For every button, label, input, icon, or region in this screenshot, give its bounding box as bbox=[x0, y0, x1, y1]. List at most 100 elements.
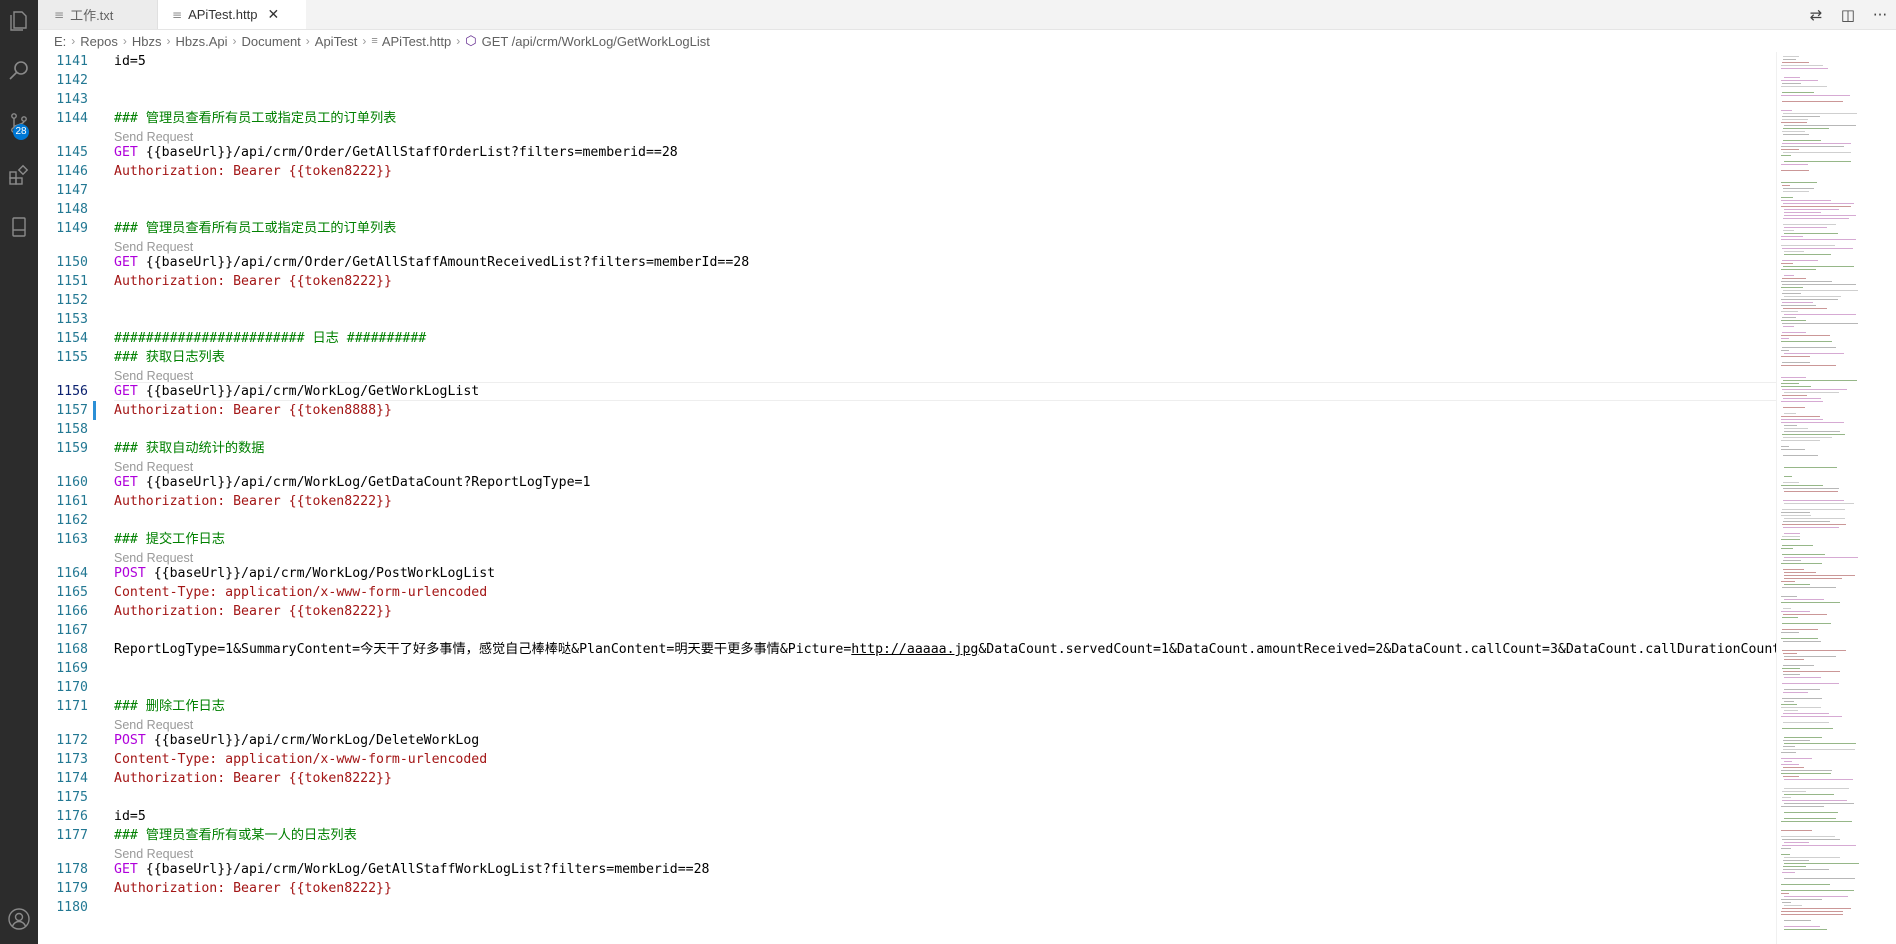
token-header: : Bearer {{token8222}} bbox=[217, 164, 392, 179]
code-line[interactable]: 1147 bbox=[38, 181, 1776, 200]
minimap-line bbox=[1782, 116, 1820, 118]
code-line[interactable]: 1163 ### 提交工作日志 bbox=[38, 530, 1776, 549]
code-line[interactable]: 1145 GET {{baseUrl}}/api/crm/Order/GetAll… bbox=[38, 143, 1776, 162]
remote-explorer-icon[interactable] bbox=[0, 208, 38, 246]
breadcrumb-item[interactable]: E: bbox=[54, 34, 66, 49]
token-link[interactable]: http://aaaaa.jpg bbox=[851, 642, 978, 657]
minimap-line bbox=[1783, 290, 1858, 292]
code-line[interactable]: 1160 GET {{baseUrl}}/api/crm/WorkLog/GetD… bbox=[38, 473, 1776, 492]
code-line[interactable]: 1168 ReportLogType=1&SummaryContent=今天干了好… bbox=[38, 640, 1776, 659]
code-line[interactable]: 1158 bbox=[38, 420, 1776, 439]
more-actions-icon[interactable]: ··· bbox=[1864, 6, 1896, 24]
code-line[interactable]: 1164 POST {{baseUrl}}/api/crm/WorkLog/Pos… bbox=[38, 564, 1776, 583]
code-line[interactable]: 1162 bbox=[38, 511, 1776, 530]
code-line[interactable]: 1167 bbox=[38, 621, 1776, 640]
code-text: Authorization: Bearer {{token8222}} bbox=[114, 162, 392, 181]
code-line[interactable]: 1157 Authorization: Bearer {{token8888}} bbox=[38, 401, 1776, 420]
code-line[interactable]: 1152 bbox=[38, 291, 1776, 310]
split-editor-icon[interactable]: ◫ bbox=[1832, 6, 1864, 24]
code-line[interactable]: 1156 GET {{baseUrl}}/api/crm/WorkLog/GetW… bbox=[38, 382, 1776, 401]
search-icon[interactable] bbox=[0, 52, 38, 90]
minimap-line bbox=[1784, 209, 1839, 211]
breadcrumb-item[interactable]: APiTest.http bbox=[382, 34, 451, 49]
token-header: Authorization bbox=[114, 494, 218, 509]
minimap-line bbox=[1784, 77, 1800, 79]
code-line[interactable]: 1153 bbox=[38, 310, 1776, 329]
account-icon[interactable] bbox=[0, 900, 38, 938]
token-method: GET bbox=[114, 862, 138, 877]
code-editor[interactable]: 1141 id=5 1142 1143 1144 ### 管理员查看所有员工或指定员工的订… bbox=[38, 52, 1776, 944]
code-line[interactable]: 1146 Authorization: Bearer {{token8222}} bbox=[38, 162, 1776, 181]
code-text: GET {{baseUrl}}/api/crm/WorkLog/GetDataC… bbox=[114, 473, 590, 492]
token-plain: {{baseUrl}}/api/crm/WorkLog/PostWorkLogL… bbox=[145, 566, 496, 581]
code-text: GET {{baseUrl}}/api/crm/Order/GetAllStaf… bbox=[114, 143, 678, 162]
line-number: 1171 bbox=[56, 699, 88, 714]
minimap-line bbox=[1782, 248, 1853, 250]
breadcrumb-item[interactable]: ApiTest bbox=[315, 34, 358, 49]
code-line[interactable]: 1150 GET {{baseUrl}}/api/crm/Order/GetAll… bbox=[38, 253, 1776, 272]
open-changes-icon[interactable]: ⇄ bbox=[1800, 6, 1832, 24]
minimap-line bbox=[1781, 581, 1795, 583]
http-file-icon: ≡ bbox=[172, 7, 183, 22]
code-line[interactable]: 1143 bbox=[38, 90, 1776, 109]
minimap-line bbox=[1782, 509, 1845, 511]
code-line[interactable]: 1176 id=5 bbox=[38, 807, 1776, 826]
minimap-line bbox=[1781, 365, 1836, 367]
code-line[interactable]: 1172 POST {{baseUrl}}/api/crm/WorkLog/Del… bbox=[38, 731, 1776, 750]
minimap-line bbox=[1784, 812, 1838, 814]
code-line[interactable]: 1178 GET {{baseUrl}}/api/crm/WorkLog/GetA… bbox=[38, 860, 1776, 879]
code-text: Content-Type: application/x-www-form-url… bbox=[114, 750, 487, 769]
code-line[interactable]: 1175 bbox=[38, 788, 1776, 807]
breadcrumb-item[interactable]: Hbzs bbox=[132, 34, 162, 49]
minimap-line bbox=[1783, 218, 1849, 220]
minimap-line bbox=[1783, 665, 1814, 667]
code-line[interactable]: 1166 Authorization: Bearer {{token8222}} bbox=[38, 602, 1776, 621]
minimap-line bbox=[1781, 770, 1832, 772]
minimap[interactable] bbox=[1776, 52, 1896, 944]
token-header: Authorization bbox=[114, 604, 218, 619]
line-number: 1157 bbox=[56, 403, 88, 418]
extensions-icon[interactable] bbox=[0, 156, 38, 194]
code-line[interactable]: 1170 bbox=[38, 678, 1776, 697]
code-line[interactable]: 1144 ### 管理员查看所有员工或指定员工的订单列表 bbox=[38, 109, 1776, 128]
breadcrumb-item[interactable]: Hbzs.Api bbox=[176, 34, 228, 49]
breadcrumb-item[interactable]: GET /api/crm/WorkLog/GetWorkLogList bbox=[482, 34, 710, 49]
close-icon[interactable]: ✕ bbox=[267, 6, 279, 23]
breadcrumb-item[interactable]: Repos bbox=[80, 34, 118, 49]
breadcrumb-item[interactable]: Document bbox=[242, 34, 301, 49]
code-line[interactable]: 1173 Content-Type: application/x-www-form… bbox=[38, 750, 1776, 769]
code-line[interactable]: 1142 bbox=[38, 71, 1776, 90]
source-control-icon[interactable]: 28 bbox=[0, 104, 38, 142]
minimap-line bbox=[1783, 482, 1799, 484]
minimap-line bbox=[1784, 761, 1792, 763]
code-line[interactable]: 1155 ### 获取日志列表 bbox=[38, 348, 1776, 367]
code-line[interactable]: 1179 Authorization: Bearer {{token8222}} bbox=[38, 879, 1776, 898]
code-line[interactable]: 1149 ### 管理员查看所有员工或指定员工的订单列表 bbox=[38, 219, 1776, 238]
code-line[interactable]: 1174 Authorization: Bearer {{token8222}} bbox=[38, 769, 1776, 788]
tab-work-txt[interactable]: ≡ 工作.txt bbox=[38, 0, 158, 29]
line-number: 1158 bbox=[56, 422, 88, 437]
code-line[interactable]: 1180 bbox=[38, 898, 1776, 917]
token-comment: ### 获取自动统计的数据 bbox=[114, 441, 265, 456]
tab-label: 工作.txt bbox=[70, 8, 114, 23]
minimap-line bbox=[1781, 854, 1790, 856]
token-header: Content-Type bbox=[114, 585, 210, 600]
code-line[interactable]: 1165 Content-Type: application/x-www-form… bbox=[38, 583, 1776, 602]
code-line[interactable]: 1154 ######################## 日志 ########… bbox=[38, 329, 1776, 348]
minimap-line bbox=[1783, 203, 1854, 205]
code-line[interactable]: 1169 bbox=[38, 659, 1776, 678]
code-line[interactable]: 1171 ### 删除工作日志 bbox=[38, 697, 1776, 716]
minimap-line bbox=[1781, 848, 1791, 850]
minimap-line bbox=[1781, 356, 1810, 358]
explorer-icon[interactable] bbox=[0, 2, 38, 40]
tab-apitest-http[interactable]: ≡ APiTest.http ✕ bbox=[158, 0, 306, 29]
code-line[interactable]: 1141 id=5 bbox=[38, 52, 1776, 71]
chevron-right-icon: › bbox=[71, 34, 76, 48]
code-line[interactable]: 1177 ### 管理员查看所有或某一人的日志列表 bbox=[38, 826, 1776, 845]
code-line[interactable]: 1161 Authorization: Bearer {{token8222}} bbox=[38, 492, 1776, 511]
code-line[interactable]: 1148 bbox=[38, 200, 1776, 219]
code-text: Authorization: Bearer {{token8222}} bbox=[114, 602, 392, 621]
code-line[interactable]: 1151 Authorization: Bearer {{token8222}} bbox=[38, 272, 1776, 291]
code-text: id=5 bbox=[114, 52, 146, 71]
code-line[interactable]: 1159 ### 获取自动统计的数据 bbox=[38, 439, 1776, 458]
